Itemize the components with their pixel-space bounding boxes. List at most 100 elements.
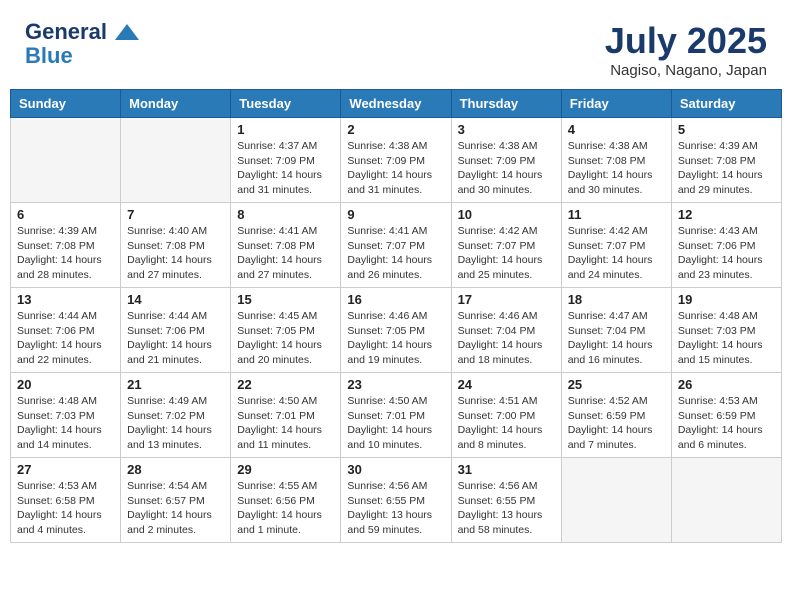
day-number: 9 (347, 207, 444, 222)
weekday-header-row: SundayMondayTuesdayWednesdayThursdayFrid… (11, 90, 782, 118)
day-info: Sunrise: 4:42 AM Sunset: 7:07 PM Dayligh… (568, 224, 665, 283)
weekday-wednesday: Wednesday (341, 90, 451, 118)
day-number: 8 (237, 207, 334, 222)
day-number: 14 (127, 292, 224, 307)
day-cell: 21Sunrise: 4:49 AM Sunset: 7:02 PM Dayli… (121, 373, 231, 458)
day-cell (671, 458, 781, 543)
day-cell: 4Sunrise: 4:38 AM Sunset: 7:08 PM Daylig… (561, 118, 671, 203)
month-title: July 2025 (605, 20, 767, 62)
day-number: 11 (568, 207, 665, 222)
day-cell: 12 Sunrise: 4:43 AM Sunset: 7:06 PM Dayli… (671, 203, 781, 288)
weekday-tuesday: Tuesday (231, 90, 341, 118)
day-info: Sunrise: 4:46 AM Sunset: 7:04 PM Dayligh… (458, 309, 555, 368)
day-info: Sunrise: 4:42 AM Sunset: 7:07 PM Dayligh… (458, 224, 555, 283)
day-number: 6 (17, 207, 114, 222)
calendar-body: 1 Sunrise: 4:37 AM Sunset: 7:09 PM Daylig… (11, 118, 782, 543)
day-info: Sunrise: 4:45 AM Sunset: 7:05 PM Dayligh… (237, 309, 334, 368)
day-number: 20 (17, 377, 114, 392)
day-info: Sunrise: 4:52 AM Sunset: 6:59 PM Dayligh… (568, 394, 665, 453)
day-number: 10 (458, 207, 555, 222)
weekday-sunday: Sunday (11, 90, 121, 118)
day-number: 30 (347, 462, 444, 477)
weekday-thursday: Thursday (451, 90, 561, 118)
day-cell: 28 Sunrise: 4:54 AM Sunset: 6:57 PM Dayli… (121, 458, 231, 543)
day-number: 31 (458, 462, 555, 477)
day-info: Sunrise: 4:39 AM Sunset: 7:08 PM Dayligh… (17, 224, 114, 283)
day-info: Sunrise: 4:41 AM Sunset: 7:08 PM Dayligh… (237, 224, 334, 283)
logo-text: General (25, 20, 141, 44)
logo: General Blue (25, 20, 141, 68)
day-info: Sunrise: 4:53 AM Sunset: 6:58 PM Dayligh… (17, 479, 114, 538)
day-info: Sunrise: 4:39 AM Sunset: 7:08 PM Dayligh… (678, 139, 775, 198)
day-cell: 16Sunrise: 4:46 AM Sunset: 7:05 PM Dayli… (341, 288, 451, 373)
day-number: 21 (127, 377, 224, 392)
location: Nagiso, Nagano, Japan (605, 62, 767, 79)
day-cell: 14 Sunrise: 4:44 AM Sunset: 7:06 PM Dayli… (121, 288, 231, 373)
day-number: 17 (458, 292, 555, 307)
logo-blue: Blue (25, 44, 141, 68)
week-row-4: 20 Sunrise: 4:48 AM Sunset: 7:03 PM Dayli… (11, 373, 782, 458)
day-cell (561, 458, 671, 543)
day-info: Sunrise: 4:38 AM Sunset: 7:09 PM Dayligh… (458, 139, 555, 198)
week-row-1: 1 Sunrise: 4:37 AM Sunset: 7:09 PM Daylig… (11, 118, 782, 203)
week-row-2: 6 Sunrise: 4:39 AM Sunset: 7:08 PM Daylig… (11, 203, 782, 288)
day-info: Sunrise: 4:56 AM Sunset: 6:55 PM Dayligh… (347, 479, 444, 538)
weekday-monday: Monday (121, 90, 231, 118)
day-number: 24 (458, 377, 555, 392)
day-cell: 22 Sunrise: 4:50 AM Sunset: 7:01 PM Dayli… (231, 373, 341, 458)
day-cell: 8 Sunrise: 4:41 AM Sunset: 7:08 PM Daylig… (231, 203, 341, 288)
day-number: 15 (237, 292, 334, 307)
title-block: July 2025 Nagiso, Nagano, Japan (605, 20, 767, 79)
day-number: 12 (678, 207, 775, 222)
day-cell: 17 Sunrise: 4:46 AM Sunset: 7:04 PM Dayli… (451, 288, 561, 373)
day-cell: 10 Sunrise: 4:42 AM Sunset: 7:07 PM Dayli… (451, 203, 561, 288)
day-number: 13 (17, 292, 114, 307)
day-cell: 18 Sunrise: 4:47 AM Sunset: 7:04 PM Dayli… (561, 288, 671, 373)
day-info: Sunrise: 4:50 AM Sunset: 7:01 PM Dayligh… (347, 394, 444, 453)
day-cell: 26Sunrise: 4:53 AM Sunset: 6:59 PM Dayli… (671, 373, 781, 458)
day-info: Sunrise: 4:43 AM Sunset: 7:06 PM Dayligh… (678, 224, 775, 283)
day-cell: 5 Sunrise: 4:39 AM Sunset: 7:08 PM Daylig… (671, 118, 781, 203)
day-info: Sunrise: 4:44 AM Sunset: 7:06 PM Dayligh… (17, 309, 114, 368)
day-cell: 24 Sunrise: 4:51 AM Sunset: 7:00 PM Dayli… (451, 373, 561, 458)
day-number: 25 (568, 377, 665, 392)
day-number: 4 (568, 122, 665, 137)
day-cell: 13 Sunrise: 4:44 AM Sunset: 7:06 PM Dayli… (11, 288, 121, 373)
day-number: 26 (678, 377, 775, 392)
day-info: Sunrise: 4:40 AM Sunset: 7:08 PM Dayligh… (127, 224, 224, 283)
weekday-saturday: Saturday (671, 90, 781, 118)
day-info: Sunrise: 4:41 AM Sunset: 7:07 PM Dayligh… (347, 224, 444, 283)
day-number: 5 (678, 122, 775, 137)
day-cell: 23 Sunrise: 4:50 AM Sunset: 7:01 PM Dayli… (341, 373, 451, 458)
day-info: Sunrise: 4:44 AM Sunset: 7:06 PM Dayligh… (127, 309, 224, 368)
day-info: Sunrise: 4:47 AM Sunset: 7:04 PM Dayligh… (568, 309, 665, 368)
day-number: 22 (237, 377, 334, 392)
day-info: Sunrise: 4:50 AM Sunset: 7:01 PM Dayligh… (237, 394, 334, 453)
day-info: Sunrise: 4:55 AM Sunset: 6:56 PM Dayligh… (237, 479, 334, 538)
week-row-5: 27 Sunrise: 4:53 AM Sunset: 6:58 PM Dayli… (11, 458, 782, 543)
logo-icon (113, 22, 141, 44)
weekday-friday: Friday (561, 90, 671, 118)
day-info: Sunrise: 4:38 AM Sunset: 7:09 PM Dayligh… (347, 139, 444, 198)
day-number: 28 (127, 462, 224, 477)
day-number: 19 (678, 292, 775, 307)
day-number: 27 (17, 462, 114, 477)
day-number: 18 (568, 292, 665, 307)
day-cell: 20 Sunrise: 4:48 AM Sunset: 7:03 PM Dayli… (11, 373, 121, 458)
day-info: Sunrise: 4:37 AM Sunset: 7:09 PM Dayligh… (237, 139, 334, 198)
day-cell: 2 Sunrise: 4:38 AM Sunset: 7:09 PM Daylig… (341, 118, 451, 203)
day-info: Sunrise: 4:48 AM Sunset: 7:03 PM Dayligh… (17, 394, 114, 453)
day-number: 23 (347, 377, 444, 392)
day-cell: 29 Sunrise: 4:55 AM Sunset: 6:56 PM Dayli… (231, 458, 341, 543)
day-number: 29 (237, 462, 334, 477)
day-number: 1 (237, 122, 334, 137)
day-cell: 25 Sunrise: 4:52 AM Sunset: 6:59 PM Dayli… (561, 373, 671, 458)
day-cell: 9 Sunrise: 4:41 AM Sunset: 7:07 PM Daylig… (341, 203, 451, 288)
calendar-table: SundayMondayTuesdayWednesdayThursdayFrid… (10, 89, 782, 543)
day-info: Sunrise: 4:54 AM Sunset: 6:57 PM Dayligh… (127, 479, 224, 538)
day-number: 2 (347, 122, 444, 137)
day-info: Sunrise: 4:48 AM Sunset: 7:03 PM Dayligh… (678, 309, 775, 368)
day-info: Sunrise: 4:51 AM Sunset: 7:00 PM Dayligh… (458, 394, 555, 453)
day-cell: 15 Sunrise: 4:45 AM Sunset: 7:05 PM Dayli… (231, 288, 341, 373)
day-cell (11, 118, 121, 203)
